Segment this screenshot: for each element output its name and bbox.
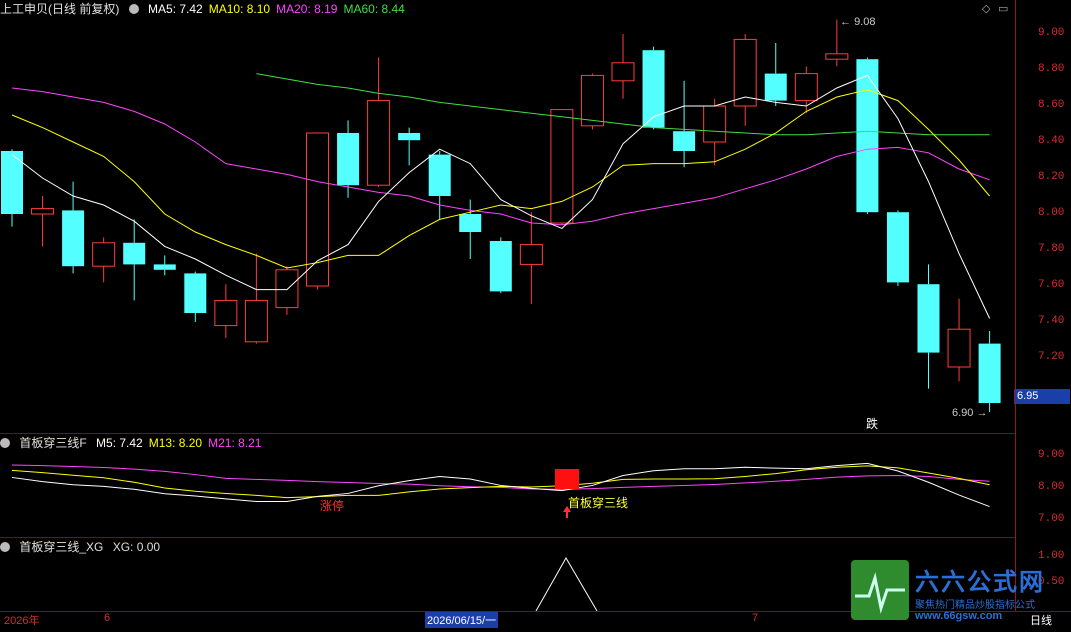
indicator-toggle-icon[interactable]: [128, 4, 139, 14]
month-label-6: 6: [104, 612, 111, 624]
main-chart-header: 上工申贝(日线 前复权) MA5: 7.42 MA10: 8.10 MA20: 8.…: [0, 0, 417, 18]
m5-line: [11, 462, 990, 508]
price-tick: 9.00: [1038, 27, 1065, 39]
low-price-label: 6.90 →: [952, 407, 988, 419]
watermark-slogan: 聚焦热门精品炒股指标公式: [915, 600, 1035, 611]
price-tick: 8.60: [1038, 99, 1065, 111]
price-tick: 7.80: [1038, 243, 1065, 255]
price-tick: 8.20: [1038, 171, 1065, 183]
price-tick: 8.80: [1038, 63, 1065, 75]
candle-body: [917, 284, 940, 353]
candle-body: [214, 299, 238, 327]
candle-body: [459, 214, 482, 232]
menu-icon[interactable]: ▭: [998, 2, 1008, 15]
axis-divider: [1015, 0, 1016, 611]
candle-body: [275, 269, 299, 309]
selected-date: 2026/06/15/一: [425, 612, 499, 628]
price-tick: 8.40: [1038, 135, 1065, 147]
high-price-label: ← 9.08: [840, 16, 876, 28]
candle-body: [794, 73, 818, 102]
ma-label-0: MA5: 7.42: [148, 2, 203, 16]
candle-body: [489, 241, 512, 292]
candle-body: [825, 53, 849, 60]
candle-body: [580, 74, 604, 127]
candle-body: [856, 59, 879, 213]
price-tick: 7.40: [1038, 315, 1065, 327]
xg-signal-line: [535, 556, 598, 611]
indicator2-header: 首板穿三线_XG XG: 0.00: [0, 538, 172, 556]
candle-body: [244, 299, 268, 343]
candle-body: [367, 100, 391, 186]
candle-body: [673, 131, 696, 151]
candle-body: [62, 210, 85, 267]
candle-body: [123, 242, 146, 265]
candle-body: [978, 343, 1001, 403]
candlestick-chart[interactable]: [0, 18, 1015, 433]
watermark: 六六公式网 聚焦热门精品炒股指标公式 www.66gsw.com: [851, 560, 1071, 626]
indicator2-title[interactable]: 首板穿三线_XG: [19, 540, 103, 554]
watermark-url: www.66gsw.com: [915, 610, 1003, 622]
ind1-param-0: M5: 7.42: [96, 436, 143, 450]
candle-body: [31, 208, 55, 215]
candle-body: [611, 62, 635, 82]
candle-body: [428, 154, 451, 196]
indicator1-title[interactable]: 首板穿三线F: [19, 436, 86, 450]
current-price-tag: 6.95: [1014, 389, 1070, 404]
candle-body: [947, 328, 971, 368]
price-tick: 7.20: [1038, 351, 1065, 363]
ma-label-2: MA20: 8.19: [276, 2, 338, 16]
candle-body: [703, 105, 727, 143]
ind1-tick: 8.00: [1038, 481, 1065, 493]
indicator2-toggle-icon[interactable]: [0, 542, 10, 552]
signal-block: [555, 469, 579, 489]
candle-body: [153, 264, 176, 270]
candle-body: [337, 133, 360, 186]
chart-title[interactable]: 上工申贝(日线 前复权): [0, 2, 119, 16]
watermark-name: 六六公式网: [915, 569, 1045, 596]
ind2-param-0: XG: 0.00: [112, 540, 161, 554]
ma-label-3: MA60: 8.44: [343, 2, 405, 16]
candle-body: [764, 73, 787, 101]
indicator1-chart[interactable]: [0, 452, 1015, 536]
candle-body: [550, 109, 574, 224]
ind1-tick: 9.00: [1038, 449, 1065, 461]
indicator1-toggle-icon[interactable]: [0, 438, 10, 448]
candle-body: [184, 273, 207, 313]
candle-body: [733, 38, 757, 107]
ma20-line: [11, 87, 990, 226]
ma-label-1: MA10: 8.10: [208, 2, 271, 16]
price-tick: 8.00: [1038, 207, 1065, 219]
ind1-param-2: M21: 8.21: [208, 436, 262, 450]
candle-body: [92, 242, 116, 267]
ind1-param-1: M13: 8.20: [148, 436, 203, 450]
fall-marker: 跌: [866, 417, 879, 431]
indicator1-header: 首板穿三线F M5: 7.42 M13: 8.20 M21: 8.21: [0, 434, 273, 452]
signal-label: 首板穿三线: [568, 496, 629, 510]
ind1-tick: 7.00: [1038, 513, 1065, 525]
price-tick: 7.60: [1038, 279, 1065, 291]
year-label: 2026年: [4, 615, 40, 627]
candle-body: [519, 244, 543, 265]
month-label-7: 7: [752, 612, 759, 624]
watermark-logo-icon: [851, 560, 909, 620]
candle-body: [642, 50, 665, 128]
candle-body: [398, 133, 421, 141]
diamond-icon[interactable]: ◇: [982, 2, 990, 15]
limit-up-label: 涨停: [320, 499, 345, 513]
candle-body: [886, 212, 909, 283]
